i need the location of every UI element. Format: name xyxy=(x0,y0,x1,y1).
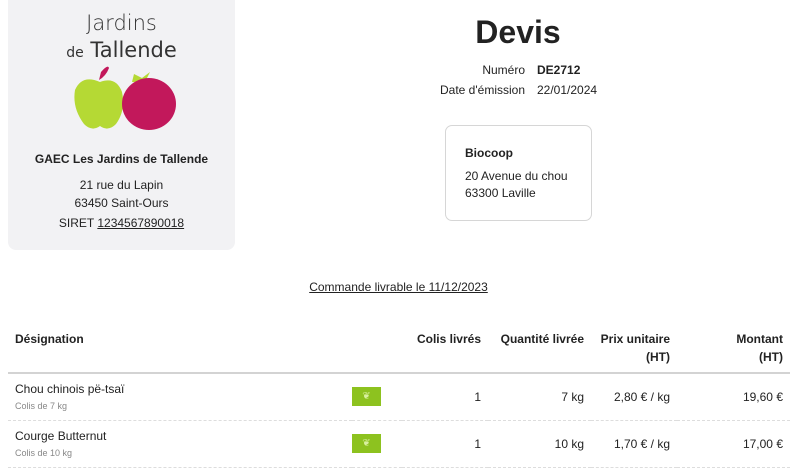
supplier-card: Jardins de Tallende GAEC Les Jardins de … xyxy=(8,0,235,250)
table-cell: ❦ xyxy=(352,420,402,468)
table-cell: Courge Butternut Colis de 10 kg xyxy=(8,420,352,468)
table-cell: ❦ xyxy=(352,373,402,421)
doc-date: 22/01/2024 xyxy=(537,83,598,97)
table-cell: Désignation xyxy=(15,332,84,346)
meta-labels: Numéro Date d'émission xyxy=(440,63,525,97)
logo-text: Jardins xyxy=(86,11,157,35)
siret-link[interactable]: 1234567890018 xyxy=(97,216,184,230)
table-cell: Montant (HT) xyxy=(736,332,783,364)
table-cell: Prix unitaire (HT) xyxy=(600,332,670,364)
table-cell: 1 xyxy=(402,373,488,421)
table-cell: 1,70 € / kg xyxy=(591,420,677,468)
table-cell xyxy=(352,322,402,373)
company-siret: SIRET 1234567890018 xyxy=(58,216,185,230)
items-table: Désignation Colis livrés Quantité livrée… xyxy=(8,322,790,468)
table-cell: 17,00 € xyxy=(677,420,790,468)
client-name: Biocoop xyxy=(465,146,513,160)
table-cell: 1 xyxy=(402,420,488,468)
table-row: Courge Butternut Colis de 10 kg ❦ 1 10 kg 1… xyxy=(8,420,790,468)
table-cell: 10 kg xyxy=(488,420,591,468)
client-address-box: Biocoop 20 Avenue du chou 63300 Laville xyxy=(445,125,592,221)
page-title: Devis xyxy=(475,14,561,50)
table-cell: Chou chinois pë-tsaï Colis de 7 kg xyxy=(8,373,352,421)
table-cell: 7 kg xyxy=(488,373,591,421)
organic-label-icon: ❦ xyxy=(352,434,381,453)
table-cell: 19,60 € xyxy=(677,373,790,421)
logo-fruits-icon xyxy=(74,66,176,130)
table-cell: Colis livrés xyxy=(416,332,481,346)
organic-label-icon: ❦ xyxy=(352,387,381,407)
logo-text-2: de Tallende xyxy=(66,38,177,62)
delivery-link[interactable]: Commande livrable le 11/12/2023 xyxy=(0,280,797,294)
meta-values: DE2712 22/01/2024 xyxy=(537,60,597,100)
company-address: 21 rue du Lapin 63450 Saint-Ours xyxy=(74,178,169,210)
table-cell: 2,80 € / kg xyxy=(591,373,677,421)
table-header: Désignation Colis livrés Quantité livrée… xyxy=(8,322,790,373)
table-row: Chou chinois pë-tsaï Colis de 7 kg ❦ 17 k… xyxy=(8,373,790,421)
table-cell: Quantité livrée xyxy=(500,332,584,346)
doc-number: DE2712 xyxy=(537,63,581,77)
company-name: GAEC Les Jardins de Tallende xyxy=(34,152,209,166)
